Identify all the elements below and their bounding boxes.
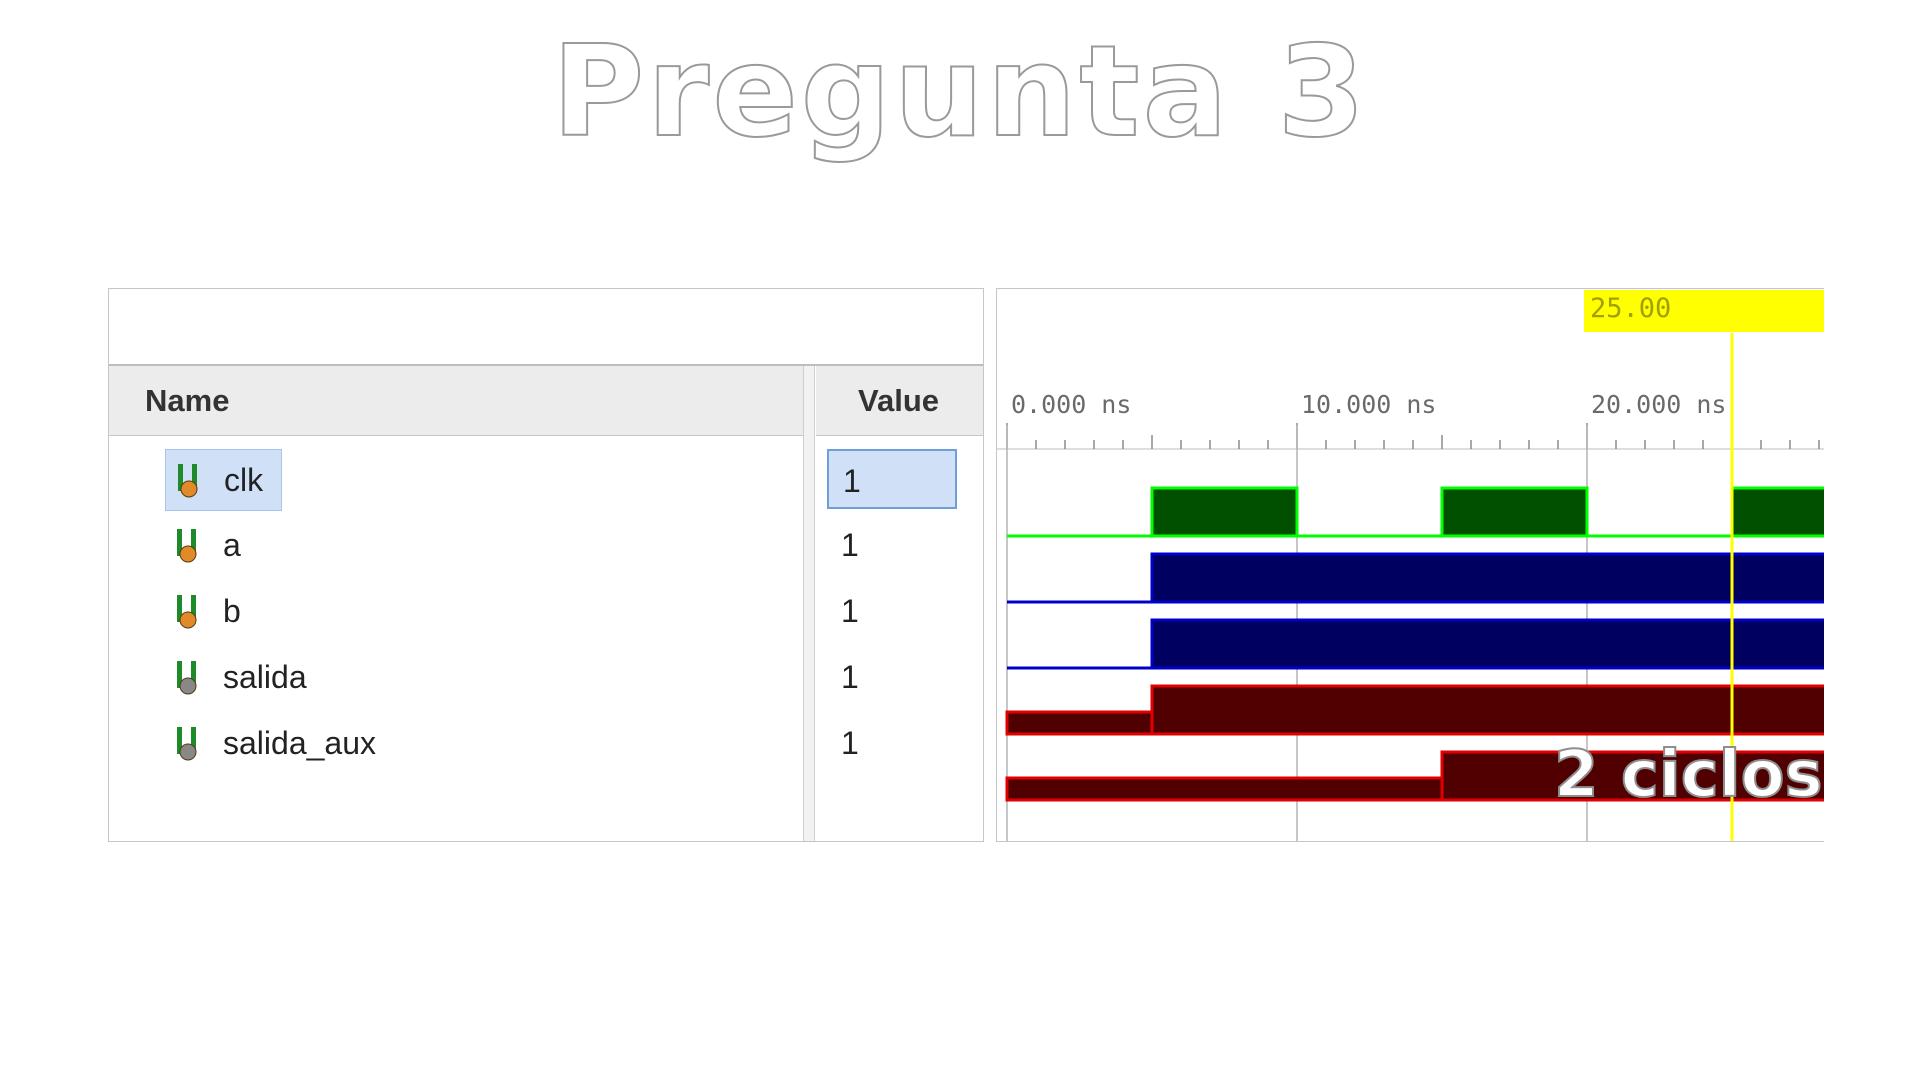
b-wave-high-pulse — [1150, 618, 1824, 670]
slide-title: Pregunta 3 — [551, 17, 1369, 166]
salida-wave-high-pulse — [1150, 684, 1824, 736]
signal-row[interactable]: a1 — [109, 512, 983, 578]
input-port-icon — [177, 529, 197, 563]
input-port-icon — [177, 595, 197, 629]
signal-row[interactable]: salida 1 — [109, 644, 983, 710]
signal-name[interactable]: clk — [165, 449, 283, 511]
output-port-icon — [177, 661, 197, 695]
input-port-icon — [178, 464, 198, 498]
signal-search-area[interactable] — [109, 289, 983, 366]
signal-value[interactable]: 1 — [827, 515, 957, 575]
signal-name[interactable]: b — [165, 581, 259, 641]
signal-list-panel: Name Value clk 1 a 1 b 1 salida 1 salida_aux 1 — [108, 288, 984, 842]
value-column-header[interactable]: Value — [816, 366, 983, 436]
signal-name-label: clk — [224, 462, 264, 498]
clk-wave-high-pulse — [1150, 486, 1299, 538]
a-wave-high-pulse — [1150, 552, 1824, 604]
signal-value[interactable]: 1 — [827, 581, 957, 641]
ruler-tick-label: 0.000 ns — [1011, 390, 1131, 419]
signal-name-label: salida — [223, 659, 307, 695]
salida_aux-wave-low-segment — [1005, 776, 1444, 802]
output-port-icon — [177, 727, 197, 761]
name-column-header[interactable]: Name — [109, 366, 803, 436]
signal-name-label: b — [223, 593, 241, 629]
signal-value[interactable]: 1 — [827, 713, 957, 773]
ruler-tick-label: 20.000 ns — [1591, 390, 1726, 419]
clk-wave-high-pulse — [1730, 486, 1824, 538]
signal-value[interactable]: 1 — [827, 449, 957, 509]
signal-name[interactable]: salida_aux — [165, 713, 394, 773]
signal-value[interactable]: 1 — [827, 647, 957, 707]
signal-row[interactable]: b1 — [109, 578, 983, 644]
annotation-two-cycles: 2 ciclos — [1553, 737, 1824, 813]
signal-row[interactable]: salida_aux 1 — [109, 710, 983, 776]
signal-name-label: a — [223, 527, 241, 563]
ruler-tick-label: 10.000 ns — [1301, 390, 1436, 419]
signal-name[interactable]: a — [165, 515, 259, 575]
signal-name[interactable]: salida — [165, 647, 325, 707]
signal-name-label: salida_aux — [223, 725, 376, 761]
clk-wave-high-pulse — [1440, 486, 1589, 538]
salida-wave-low-segment — [1005, 710, 1154, 736]
signal-row[interactable]: clk 1 — [109, 446, 983, 512]
